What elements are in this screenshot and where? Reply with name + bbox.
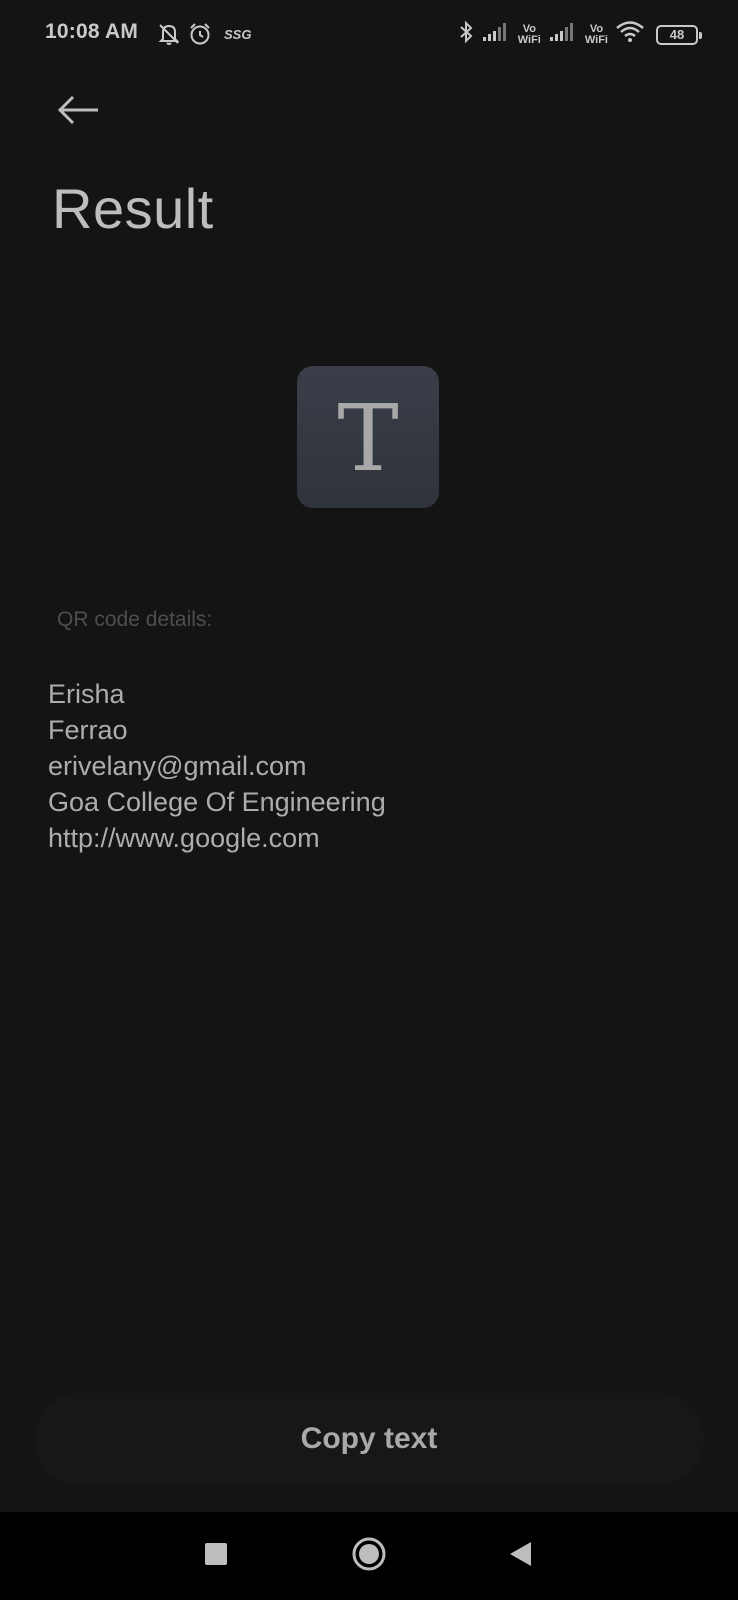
back-nav-button[interactable] xyxy=(480,1512,560,1600)
details-line: Goa College Of Engineering xyxy=(48,787,386,817)
qr-details-text: Erisha Ferrao erivelany@gmail.com Goa Co… xyxy=(48,676,386,856)
page-title: Result xyxy=(52,177,214,240)
details-label: QR code details: xyxy=(57,608,213,631)
recents-square-icon xyxy=(204,1542,228,1571)
wifi-icon xyxy=(615,20,645,49)
recents-button[interactable] xyxy=(176,1512,256,1600)
status-time: 10:08 AM xyxy=(45,20,139,43)
status-right-icons: Vo WiFi Vo WiFi 48 xyxy=(458,20,702,49)
copy-text-label: Copy text xyxy=(300,1422,438,1455)
copy-text-button[interactable]: Copy text xyxy=(34,1393,704,1485)
alarm-icon xyxy=(188,22,212,46)
bell-off-icon xyxy=(158,22,180,46)
details-line: http://www.google.com xyxy=(48,823,320,853)
vowifi-bottom: WiFi xyxy=(584,33,608,46)
vowifi-badge: Vo WiFi xyxy=(517,22,541,46)
vowifi-bottom: WiFi xyxy=(517,33,541,46)
back-triangle-icon xyxy=(507,1540,533,1573)
status-left-icons: SSG xyxy=(158,22,251,46)
back-button[interactable] xyxy=(52,86,104,138)
details-line: Erisha xyxy=(48,679,125,709)
signal-icon xyxy=(481,21,511,48)
vowifi-badge: Vo WiFi xyxy=(584,22,608,46)
system-nav-bar xyxy=(0,1512,738,1600)
vowifi-top: Vo xyxy=(522,22,536,35)
home-button[interactable] xyxy=(329,1512,409,1600)
status-bar: 10:08 AM SSG Vo WiFi Vo WiFi 48 xyxy=(0,0,738,70)
signal-icon xyxy=(548,21,578,48)
details-line: erivelany@gmail.com xyxy=(48,751,307,781)
battery-level: 48 xyxy=(669,27,685,42)
result-type-tile: T xyxy=(297,366,439,508)
vowifi-top: Vo xyxy=(589,22,604,35)
carrier-tag: SSG xyxy=(224,26,252,42)
battery-icon: 48 xyxy=(656,24,702,45)
details-line: Ferrao xyxy=(48,715,128,745)
bluetooth-icon xyxy=(458,20,474,49)
arrow-left-icon xyxy=(56,95,100,130)
home-circle-icon xyxy=(351,1536,387,1577)
text-type-icon: T xyxy=(337,385,399,492)
